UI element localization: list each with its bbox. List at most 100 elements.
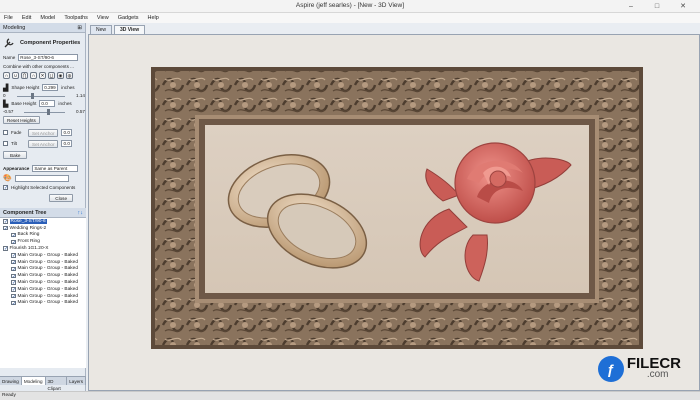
bake-row: Bake bbox=[0, 149, 85, 160]
tree-item[interactable]: Main Group - Group - Baked bbox=[0, 272, 86, 279]
tree-item-checkbox[interactable] bbox=[3, 225, 8, 231]
menu-gadgets[interactable]: Gadgets bbox=[118, 15, 139, 21]
base-min: -0.57 bbox=[3, 109, 14, 114]
tree-item-checkbox[interactable] bbox=[3, 246, 8, 251]
window-title: Aspire (jeff searles) - [New - 3D View] bbox=[295, 2, 405, 9]
highlight-row: Highlight Selected Components bbox=[0, 183, 85, 192]
fade-label: Fade bbox=[11, 130, 22, 135]
tree-item-checkbox[interactable] bbox=[11, 300, 16, 306]
tilt-checkbox[interactable] bbox=[3, 141, 8, 146]
tree-item-checkbox[interactable] bbox=[11, 273, 16, 279]
combine-other-icon[interactable]: ◍ bbox=[66, 72, 73, 79]
tree-item-label: Main Group - Group - Baked bbox=[17, 280, 79, 286]
tree-item[interactable]: Main Group - Group - Baked bbox=[0, 279, 86, 286]
fade-checkbox[interactable] bbox=[3, 130, 8, 135]
combine-sphere-icon[interactable]: ◉ bbox=[57, 72, 64, 79]
tree-item-label: Back Ring bbox=[17, 232, 40, 238]
menu-file[interactable]: File bbox=[4, 15, 13, 21]
watermark-logo: ƒ bbox=[597, 356, 624, 382]
reset-heights-button[interactable]: Reset Heights bbox=[3, 116, 40, 124]
fade-value-input[interactable]: 0.0 bbox=[61, 129, 73, 136]
panel-title: Modeling bbox=[3, 24, 26, 31]
base-height-label: Base Height bbox=[11, 101, 37, 106]
tilt-set-anchor-button[interactable]: Set Anchor bbox=[28, 139, 59, 148]
component-tree-title: Component Tree bbox=[3, 209, 47, 216]
close-window-button[interactable]: ✕ bbox=[670, 0, 696, 12]
component-tree: Component Tree ↑↓ Rose_3-ST/90-6Wedding … bbox=[0, 208, 86, 368]
combine-add-icon[interactable]: ∩ bbox=[3, 72, 10, 79]
base-height-unit: inches bbox=[58, 101, 72, 106]
tab-3d-view[interactable]: 3D View bbox=[114, 25, 146, 34]
tree-item-checkbox[interactable] bbox=[11, 266, 16, 272]
appearance-swatch-select[interactable] bbox=[14, 174, 69, 182]
combine-subtract-icon[interactable]: ∪ bbox=[12, 72, 19, 79]
tree-item[interactable]: Main Group - Group - Baked bbox=[0, 252, 86, 259]
tree-item-checkbox[interactable] bbox=[11, 287, 16, 292]
shape-height-label: Shape Height bbox=[11, 85, 40, 90]
name-input[interactable]: Rose_3-ST/90-6 bbox=[18, 54, 79, 61]
appearance-label: Appearance bbox=[3, 165, 30, 171]
tab-layers[interactable]: Layers bbox=[67, 377, 86, 385]
base-height-slider[interactable] bbox=[20, 108, 69, 115]
menu-edit[interactable]: Edit bbox=[22, 15, 31, 21]
highlight-checkbox[interactable] bbox=[3, 185, 8, 190]
tree-item[interactable]: Flourish 1G1.20-X bbox=[0, 245, 86, 252]
combine-high-icon[interactable]: ⋃ bbox=[48, 72, 55, 79]
tree-item[interactable]: Main Group - Group - Baked bbox=[0, 300, 86, 307]
tree-item[interactable]: Main Group - Group - Baked bbox=[0, 266, 86, 273]
tree-item-label: Main Group - Group - Baked bbox=[17, 300, 79, 306]
tree-item-checkbox[interactable] bbox=[11, 239, 16, 245]
menu-toolpaths[interactable]: Toolpaths bbox=[64, 15, 88, 21]
combine-row: Combine with other components ... bbox=[0, 62, 85, 71]
shape-height-slider[interactable] bbox=[13, 92, 69, 99]
combine-merge-icon[interactable]: ⋂ bbox=[21, 72, 28, 79]
appearance-select[interactable]: Same as Parent bbox=[32, 164, 79, 172]
component-tree-header: Component Tree ↑↓ bbox=[0, 208, 86, 218]
fade-set-anchor-button[interactable]: Set Anchor bbox=[28, 128, 59, 137]
3d-viewport[interactable]: ⊡ ◫ ▣ ◧ ◨ ≡ bbox=[88, 34, 700, 391]
menu-help[interactable]: Help bbox=[148, 15, 159, 21]
tree-item[interactable]: Front Ring bbox=[0, 238, 86, 245]
tree-item[interactable]: Main Group - Group - Baked bbox=[0, 293, 86, 300]
combine-multiply-icon[interactable]: ✕ bbox=[39, 72, 46, 79]
menu-model[interactable]: Model bbox=[40, 15, 55, 21]
tree-item-checkbox[interactable] bbox=[3, 219, 8, 224]
menu-view[interactable]: View bbox=[97, 15, 109, 21]
tree-arrows-icon[interactable]: ↑↓ bbox=[78, 210, 84, 216]
minimize-button[interactable]: – bbox=[618, 0, 644, 12]
tree-item-label: Rose_3-ST/90-6 bbox=[9, 218, 47, 224]
base-height-input[interactable]: 0.0 bbox=[39, 100, 56, 107]
watermark-sub: .com bbox=[646, 369, 669, 380]
status-bar: Ready bbox=[0, 391, 700, 400]
maximize-button[interactable]: □ bbox=[644, 0, 670, 12]
tilt-value-input[interactable]: 0.0 bbox=[61, 140, 73, 147]
tab-modeling[interactable]: Modeling bbox=[21, 377, 46, 385]
tab-drawing[interactable]: Drawing bbox=[0, 377, 22, 385]
tab-new[interactable]: New bbox=[90, 25, 113, 34]
tree-item[interactable]: Main Group - Group - Baked bbox=[0, 259, 86, 266]
tree-item-checkbox[interactable] bbox=[11, 280, 16, 285]
tree-item-label: Main Group - Group - Baked bbox=[17, 286, 79, 292]
tree-item-checkbox[interactable] bbox=[11, 253, 16, 258]
tab-3d-clipart[interactable]: 3D Clipart bbox=[46, 377, 68, 391]
tree-item-checkbox[interactable] bbox=[11, 232, 16, 238]
tree-item[interactable]: Back Ring bbox=[0, 232, 86, 239]
status-text: Ready bbox=[2, 393, 16, 398]
close-button[interactable]: Close bbox=[49, 194, 73, 202]
name-row: Name Rose_3-ST/90-6 bbox=[0, 53, 85, 62]
tree-item[interactable]: Wedding Rings-2 bbox=[0, 225, 86, 232]
tree-item-checkbox[interactable] bbox=[11, 259, 16, 265]
component-properties-header: Component Properties bbox=[0, 33, 85, 53]
tree-item[interactable]: Rose_3-ST/90-6 bbox=[0, 218, 86, 225]
bake-button[interactable]: Bake bbox=[3, 150, 28, 159]
pin-icon[interactable]: ⊞ bbox=[77, 25, 82, 31]
document-tabs: New 3D View bbox=[90, 25, 146, 34]
tree-item[interactable]: Main Group - Group - Baked bbox=[0, 286, 86, 293]
appearance-row: Appearance Same as Parent bbox=[0, 163, 85, 173]
tree-item-checkbox[interactable] bbox=[11, 293, 16, 299]
tree-item-label: Main Group - Group - Baked bbox=[17, 259, 79, 265]
panel-header: Modeling ⊞ bbox=[0, 23, 85, 33]
name-label: Name bbox=[3, 55, 16, 60]
combine-low-icon[interactable]: ∩ bbox=[30, 72, 37, 79]
shape-height-input[interactable]: 0.299 bbox=[42, 84, 59, 91]
